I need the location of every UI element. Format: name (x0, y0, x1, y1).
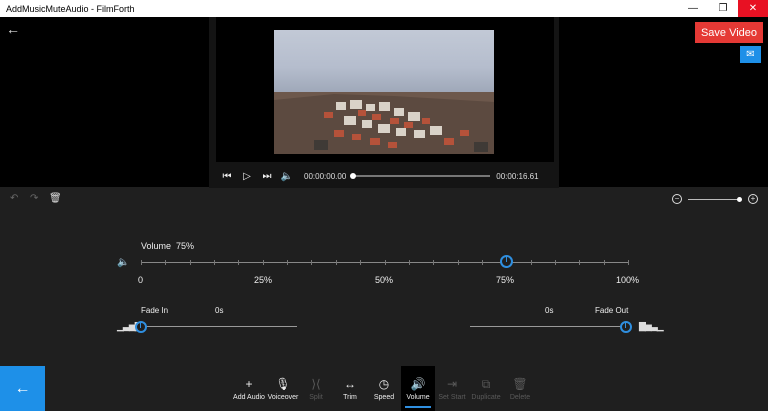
zoom-knob[interactable] (737, 197, 742, 202)
trim-icon: ↔ (344, 376, 356, 391)
zoom-in-icon[interactable]: + (748, 194, 758, 204)
volume-tool-label: Volume (406, 393, 430, 401)
fade-in-slider-track[interactable] (141, 326, 297, 327)
volume-tick (385, 260, 386, 265)
player-controls: ⏮ ▷ ⏭ 🔈 00:00:00.00 00:00:16.61 (216, 165, 554, 187)
volume-tick (579, 260, 580, 265)
scale-label-0: 0 (138, 275, 144, 285)
seek-knob[interactable] (350, 173, 357, 179)
fade-out-slider-track[interactable] (470, 326, 628, 327)
volume-tick (360, 260, 361, 265)
video-frame (274, 30, 494, 154)
set-start-label: Set Start (438, 393, 466, 401)
play-icon[interactable]: ▷ (238, 171, 256, 182)
current-time: 00:00:00.00 (304, 171, 347, 181)
volume-label: Volume 75% (141, 241, 195, 251)
speed-label: Speed (373, 393, 395, 401)
minimize-icon[interactable]: — (678, 0, 708, 17)
scale-label-50: 50% (375, 275, 394, 285)
split-icon: ⟩⟨ (311, 376, 321, 391)
undo-icon[interactable]: ↶ (10, 193, 18, 204)
volume-tick (628, 260, 629, 265)
volume-slider-knob[interactable] (500, 255, 514, 268)
volume-tool-button[interactable]: 🔊 Volume (401, 366, 435, 411)
add-audio-label: Add Audio (233, 393, 265, 401)
fade-in-label: Fade In (141, 306, 169, 315)
plus-icon: + (245, 376, 253, 391)
fade-out-value: 0s (545, 306, 554, 315)
trash-icon[interactable]: 🗑 (49, 193, 62, 204)
duplicate-button[interactable]: ⧉ Duplicate (469, 366, 503, 411)
volume-tick (433, 260, 434, 265)
total-time: 00:00:16.61 (496, 171, 539, 181)
volume-tick (238, 260, 239, 265)
trash-icon: 🗑 (512, 376, 528, 391)
volume-icon: 🔊 (410, 376, 426, 391)
scale-label-25: 25% (254, 275, 273, 285)
volume-tick (141, 260, 142, 265)
fade-in-slider-knob[interactable] (135, 321, 147, 333)
scale-label-75: 75% (496, 275, 515, 285)
trim-button[interactable]: ↔ Trim (337, 366, 363, 411)
back-button[interactable]: ← (0, 366, 45, 411)
volume-tick (336, 260, 337, 265)
fade-out-slider-knob[interactable] (620, 321, 632, 333)
window-title: AddMusicMuteAudio - FilmForth (6, 3, 135, 14)
speaker-icon[interactable]: 🔈 (278, 171, 296, 182)
town-aerial-image (274, 92, 494, 154)
delete-button[interactable]: 🗑 Delete (506, 366, 534, 411)
back-arrow-icon: ← (14, 379, 31, 397)
seek-bar[interactable] (350, 173, 491, 179)
volume-tick (409, 260, 410, 265)
save-video-button[interactable]: Save Video (695, 22, 763, 43)
close-icon[interactable]: ✕ (738, 0, 768, 17)
speed-button[interactable]: ◷ Speed (370, 366, 398, 411)
skip-previous-icon[interactable]: ⏮ (218, 171, 236, 182)
volume-tick (555, 260, 556, 265)
volume-tick (190, 260, 191, 265)
skip-next-icon[interactable]: ⏭ (258, 171, 276, 182)
set-start-button[interactable]: ⇥ Set Start (437, 366, 467, 411)
volume-tick (165, 260, 166, 265)
delete-label: Delete (509, 393, 531, 401)
scale-label-100: 100% (616, 275, 640, 285)
volume-tick (531, 260, 532, 265)
window-titlebar: AddMusicMuteAudio - FilmForth — ❐ ✕ (0, 0, 768, 17)
back-arrow-icon[interactable]: ← (6, 21, 20, 37)
duplicate-icon: ⧉ (481, 376, 491, 391)
volume-tick (287, 260, 288, 265)
redo-icon[interactable]: ↷ (30, 193, 38, 204)
fade-out-icon: ▇▅▃▁ (639, 321, 664, 331)
volume-tick (482, 260, 483, 265)
contact-mail-icon[interactable]: ✉ (740, 46, 761, 63)
fade-in-value: 0s (215, 306, 224, 315)
set-start-icon: ⇥ (446, 376, 458, 391)
speed-icon: ◷ (378, 376, 390, 391)
zoom-slider[interactable] (688, 199, 740, 200)
volume-tick (214, 260, 215, 265)
volume-value: 75% (176, 241, 195, 251)
voiceover-button[interactable]: 🎙 Voiceover (266, 366, 300, 411)
voiceover-label: Voiceover (267, 393, 299, 401)
fade-out-label: Fade Out (595, 306, 629, 315)
volume-speaker-icon: 🔈 (117, 257, 130, 268)
add-audio-button[interactable]: + Add Audio (230, 366, 268, 411)
trim-label: Trim (343, 393, 357, 401)
microphone-icon: 🎙 (275, 376, 291, 391)
volume-tick (604, 260, 605, 265)
zoom-out-icon[interactable]: − (672, 194, 682, 204)
volume-tick (311, 260, 312, 265)
duplicate-label: Duplicate (471, 393, 501, 401)
split-label: Split (309, 393, 323, 401)
maximize-icon[interactable]: ❐ (708, 0, 738, 17)
split-button[interactable]: ⟩⟨ Split (303, 366, 329, 411)
volume-tick (458, 260, 459, 265)
volume-tick (263, 260, 264, 265)
